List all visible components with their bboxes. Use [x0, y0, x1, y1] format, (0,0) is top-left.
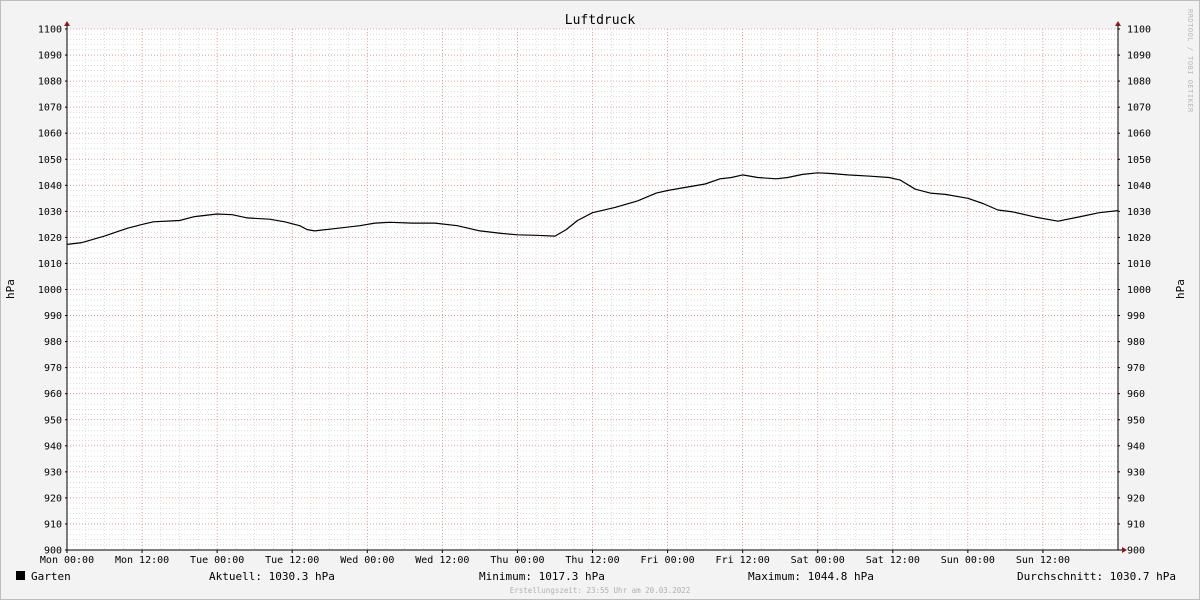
y-tick-label-right: 1020 [1127, 233, 1151, 244]
x-tick-label: Tue 12:00 [265, 555, 319, 566]
y-tick-label-right: 1010 [1127, 259, 1151, 270]
y-tick-label-left: 1090 [38, 51, 62, 62]
stat-maximum: Maximum: 1044.8 hPa [748, 570, 874, 583]
x-tick-label: Mon 12:00 [115, 555, 169, 566]
y-tick-label-left: 1020 [38, 233, 62, 244]
y-tick-label-right: 1070 [1127, 103, 1151, 114]
y-tick-label-right: 930 [1127, 467, 1145, 478]
y-tick-label-right: 1040 [1127, 181, 1151, 192]
y-tick-label-left: 1100 [38, 25, 62, 36]
y-tick-label-left: 940 [44, 441, 62, 452]
y-tick-label-right: 1030 [1127, 207, 1151, 218]
y-axis-title-left: hPa [4, 279, 17, 299]
chart-title: Luftdruck [565, 13, 636, 28]
y-tick-label-right: 900 [1127, 546, 1145, 557]
x-tick-label: Mon 00:00 [40, 555, 94, 566]
y-tick-label-left: 980 [44, 337, 62, 348]
y-axis-right-arrow [1115, 21, 1121, 26]
y-tick-label-right: 970 [1127, 363, 1145, 374]
y-tick-label-right: 910 [1127, 519, 1145, 530]
y-tick-label-right: 1050 [1127, 155, 1151, 166]
x-tick-label: Sat 00:00 [791, 555, 845, 566]
creation-time: Erstellungszeit: 23:55 Uhr am 20.03.2022 [510, 586, 691, 595]
y-tick-label-right: 950 [1127, 415, 1145, 426]
y-tick-label-left: 960 [44, 389, 62, 400]
y-tick-label-left: 1030 [38, 207, 62, 218]
stat-average: Durchschnitt: 1030.7 hPa [1017, 570, 1176, 583]
y-axis-left-ticks: 9009109209309409509609709809901000101010… [38, 25, 67, 557]
y-tick-label-right: 1100 [1127, 25, 1151, 36]
x-tick-label: Sat 12:00 [866, 555, 920, 566]
x-tick-label: Thu 12:00 [565, 555, 619, 566]
graph-frame: 900 910 920 930 940 950 960 970 980 990 1000 1010 10… [0, 0, 1200, 600]
pressure-chart: 900 910 920 930 940 950 960 970 980 990 1000 1010 10… [4, 9, 1194, 595]
y-tick-label-left: 970 [44, 363, 62, 374]
y-tick-label-left: 1070 [38, 103, 62, 114]
x-tick-label: Fri 12:00 [716, 555, 770, 566]
y-tick-label-left: 1010 [38, 259, 62, 270]
x-tick-label: Wed 00:00 [340, 555, 394, 566]
y-tick-label-left: 920 [44, 493, 62, 504]
x-tick-label: Tue 00:00 [190, 555, 244, 566]
y-tick-label-right: 990 [1127, 311, 1145, 322]
y-tick-label-right: 940 [1127, 441, 1145, 452]
x-axis-ticks: Mon 00:00 Mon 12:00 Tue 00:00 Tue 12:00 Wed … [40, 550, 1070, 566]
rrdtool-watermark: RRDTOOL / TOBI OETIKER [1186, 9, 1194, 113]
y-tick-label-right: 960 [1127, 389, 1145, 400]
y-tick-label-left: 1080 [38, 77, 62, 88]
y-tick-label-left: 910 [44, 519, 62, 530]
y-axis-right-ticks: 900 910 920 930 940 950 960 970 980 990 1000 1010 10… [1118, 25, 1151, 557]
y-axis-left-arrow [64, 21, 70, 26]
legend-label: Garten [31, 570, 71, 583]
y-tick-label-right: 1000 [1127, 285, 1151, 296]
y-tick-label-left: 1060 [38, 129, 62, 140]
x-tick-label: Sun 12:00 [1016, 555, 1070, 566]
stat-minimum: Minimum: 1017.3 hPa [479, 570, 605, 583]
x-tick-label: Thu 00:00 [490, 555, 544, 566]
x-tick-label: Wed 12:00 [415, 555, 469, 566]
y-tick-label-left: 1000 [38, 285, 62, 296]
y-tick-label-right: 920 [1127, 493, 1145, 504]
y-axis-title-right: hPa [1174, 279, 1187, 299]
y-tick-label-right: 980 [1127, 337, 1145, 348]
x-tick-label: Sun 00:00 [941, 555, 995, 566]
stat-current: Aktuell: 1030.3 hPa [209, 570, 335, 583]
y-tick-label-right: 1090 [1127, 51, 1151, 62]
x-tick-label: Fri 00:00 [640, 555, 694, 566]
y-tick-label-left: 950 [44, 415, 62, 426]
y-tick-label-left: 930 [44, 467, 62, 478]
y-tick-label-left: 1050 [38, 155, 62, 166]
y-tick-label-right: 1060 [1127, 129, 1151, 140]
legend-swatch [16, 571, 25, 580]
y-tick-label-left: 990 [44, 311, 62, 322]
y-tick-label-left: 1040 [38, 181, 62, 192]
y-tick-label-right: 1080 [1127, 77, 1151, 88]
